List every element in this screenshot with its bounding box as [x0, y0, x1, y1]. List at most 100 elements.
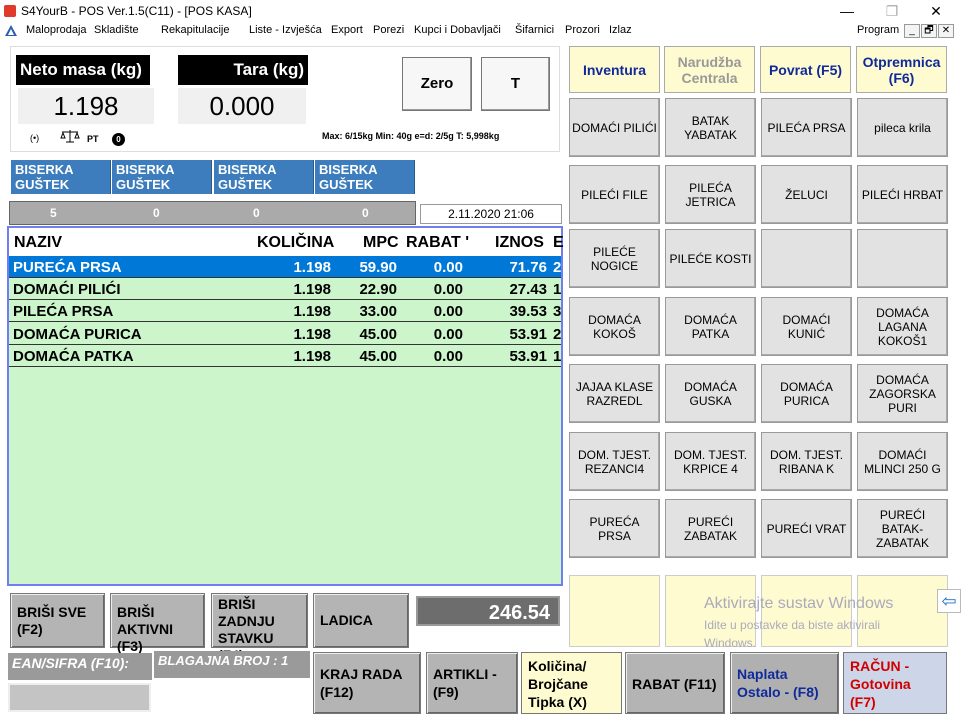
- cash-drawer-button[interactable]: LADICA: [313, 593, 409, 648]
- activation-watermark-title: Aktivirajte sustav Windows: [704, 595, 894, 612]
- counter-4: 0: [362, 206, 369, 220]
- row-rabat: 0.00: [433, 281, 463, 298]
- menu-skladiste[interactable]: Skladište: [94, 24, 139, 36]
- close-button[interactable]: ✕: [914, 0, 958, 22]
- app-icon: [4, 5, 16, 17]
- other-payment-button[interactable]: Naplata Ostalo - (F8): [730, 652, 839, 714]
- product-button[interactable]: DOMAĆI PILIĆI: [569, 98, 660, 157]
- row-mpc: 22.90: [359, 281, 397, 298]
- product-button[interactable]: DOMAĆA PURICA: [761, 364, 852, 423]
- menu-program[interactable]: Program: [857, 24, 899, 36]
- row-extra: 2: [553, 259, 562, 276]
- table-row[interactable]: PILEĆA PRSA 1.198 33.00 0.00 39.53 3: [9, 300, 561, 322]
- table-row[interactable]: DOMAĆA PURICA 1.198 45.00 0.00 53.91 2: [9, 323, 561, 345]
- ean-input[interactable]: [8, 683, 151, 712]
- maximize-button[interactable]: ❐: [870, 0, 914, 22]
- menu-kupci-dobavljaci[interactable]: Kupci i Dobavljači: [414, 24, 501, 36]
- waiter-button-2[interactable]: BISERKA GUŠTEK: [112, 160, 212, 194]
- central-order-button[interactable]: Narudžba Centrala: [664, 46, 755, 93]
- product-button[interactable]: [761, 229, 852, 288]
- product-button[interactable]: PILEĆE KOSTI: [665, 229, 756, 288]
- side-arrow-icon[interactable]: ⇦: [937, 589, 961, 613]
- menu-export[interactable]: Export: [331, 24, 363, 36]
- row-iznos: 53.91: [509, 348, 547, 365]
- product-button[interactable]: DOMAĆA PATKA: [665, 297, 756, 356]
- mdi-minimize-button[interactable]: _: [904, 24, 920, 38]
- row-extra: 1: [553, 348, 562, 365]
- delete-last-item-button[interactable]: BRIŠI ZADNJU STAVKU (F4): [211, 593, 308, 663]
- product-button[interactable]: DOM. TJEST. KRPICE 4: [665, 432, 756, 491]
- product-button[interactable]: DOMAĆA ZAGORSKA PURI: [857, 364, 948, 423]
- title-bar: S4YourB - POS Ver.1.5(C11) - [POS KASA] …: [0, 0, 961, 22]
- col-iznos: IZNOS: [495, 234, 544, 251]
- neto-value: 1.198: [18, 88, 154, 124]
- delete-active-button[interactable]: BRIŠI AKTIVNI (F3): [110, 593, 205, 654]
- product-button[interactable]: DOMAĆA GUSKA: [665, 364, 756, 423]
- menu-maloprodaja[interactable]: Maloprodaja: [26, 24, 87, 36]
- product-button[interactable]: DOM. TJEST. REZANCI4: [569, 432, 660, 491]
- row-rabat: 0.00: [433, 348, 463, 365]
- minimize-button[interactable]: —: [825, 0, 869, 22]
- table-row[interactable]: PUREĆA PRSA 1.198 59.90 0.00 71.76 2: [9, 256, 561, 278]
- menu-sifarnici[interactable]: Šifarnici: [515, 24, 554, 36]
- counter-1: 5: [50, 206, 57, 220]
- product-button[interactable]: pileca krila: [857, 98, 948, 157]
- quantity-keypad-button[interactable]: Količina/ Brojčane Tipka (X): [521, 652, 622, 714]
- datetime-display: 2.11.2020 21:06: [420, 204, 562, 224]
- tara-t-button[interactable]: T: [481, 57, 550, 111]
- product-button[interactable]: PILEĆI FILE: [569, 165, 660, 224]
- product-button[interactable]: DOMAĆA KOKOŠ: [569, 297, 660, 356]
- row-naziv: PUREĆA PRSA: [13, 259, 122, 276]
- cash-receipt-button[interactable]: RAČUN - Gotovina (F7): [843, 652, 947, 714]
- product-button[interactable]: PILEĆE NOGICE: [569, 229, 660, 288]
- discount-button[interactable]: RABAT (F11): [625, 652, 725, 714]
- product-button[interactable]: JAJAA KLASE RAZREDL: [569, 364, 660, 423]
- product-button[interactable]: [857, 229, 948, 288]
- inventory-button[interactable]: Inventura: [569, 46, 660, 93]
- product-button[interactable]: DOMAĆI MLINCI 250 G: [857, 432, 948, 491]
- table-row[interactable]: DOMAĆI PILIĆI 1.198 22.90 0.00 27.43 1: [9, 278, 561, 300]
- articles-button[interactable]: ARTIKLI - (F9): [426, 652, 518, 714]
- product-button[interactable]: PUREĆI BATAK-ZABATAK: [857, 499, 948, 558]
- mdi-close-button[interactable]: ✕: [938, 24, 954, 38]
- row-extra: 1: [553, 281, 562, 298]
- menu-prozori[interactable]: Prozori: [565, 24, 600, 36]
- product-button[interactable]: PUREĆA PRSA: [569, 499, 660, 558]
- menu-rekapitulacije[interactable]: Rekapitulacije: [161, 24, 229, 36]
- product-button[interactable]: ŽELUCI: [761, 165, 852, 224]
- row-extra: 2: [553, 326, 562, 343]
- counter-bar: 5 0 0 0: [9, 201, 416, 225]
- waiter-button-4[interactable]: BISERKA GUŠTEK: [315, 160, 415, 194]
- delivery-note-button[interactable]: Otpremnica (F6): [856, 46, 947, 93]
- counter-3: 0: [253, 206, 260, 220]
- product-button[interactable]: PILEĆA PRSA: [761, 98, 852, 157]
- end-shift-button[interactable]: KRAJ RADA (F12): [313, 652, 421, 714]
- row-iznos: 71.76: [509, 259, 547, 276]
- menu-porezi[interactable]: Porezi: [373, 24, 404, 36]
- product-button[interactable]: DOMAĆA LAGANA KOKOŠ1: [857, 297, 948, 356]
- col-mpc: MPC: [363, 234, 399, 251]
- zero-indicator: 0: [112, 133, 125, 146]
- delete-all-button[interactable]: BRIŠI SVE (F2): [10, 593, 105, 648]
- waiter-button-3[interactable]: BISERKA GUŠTEK: [214, 160, 314, 194]
- empty-button[interactable]: [569, 575, 660, 647]
- mdi-restore-button[interactable]: 🗗: [921, 24, 937, 38]
- menu-izlaz[interactable]: Izlaz: [609, 24, 632, 36]
- product-button[interactable]: DOMAĆI KUNIĆ: [761, 297, 852, 356]
- menu-liste-izvjesca[interactable]: Liste - Izvješća: [249, 24, 322, 36]
- product-button[interactable]: DOM. TJEST. RIBANA K: [761, 432, 852, 491]
- zero-button[interactable]: Zero: [402, 57, 472, 111]
- product-button[interactable]: PILEĆA JETRICA: [665, 165, 756, 224]
- row-naziv: DOMAĆA PATKA: [13, 348, 134, 365]
- table-row[interactable]: DOMAĆA PATKA 1.198 45.00 0.00 53.91 1: [9, 345, 561, 367]
- items-grid[interactable]: NAZIV KOLIČINA MPC RABAT ' IZNOS E PUREĆ…: [7, 226, 564, 586]
- window-title: S4YourB - POS Ver.1.5(C11) - [POS KASA]: [21, 4, 252, 18]
- product-button[interactable]: PUREĆI ZABATAK: [665, 499, 756, 558]
- waiter-button-1[interactable]: BISERKA GUŠTEK: [11, 160, 111, 194]
- return-button[interactable]: Povrat (F5): [760, 46, 851, 93]
- product-button[interactable]: BATAK YABATAK: [665, 98, 756, 157]
- product-button[interactable]: PUREĆI VRAT: [761, 499, 852, 558]
- col-rabat: RABAT ': [406, 234, 470, 251]
- product-button[interactable]: PILEĆI HRBAT: [857, 165, 948, 224]
- row-kolicina: 1.198: [293, 281, 331, 298]
